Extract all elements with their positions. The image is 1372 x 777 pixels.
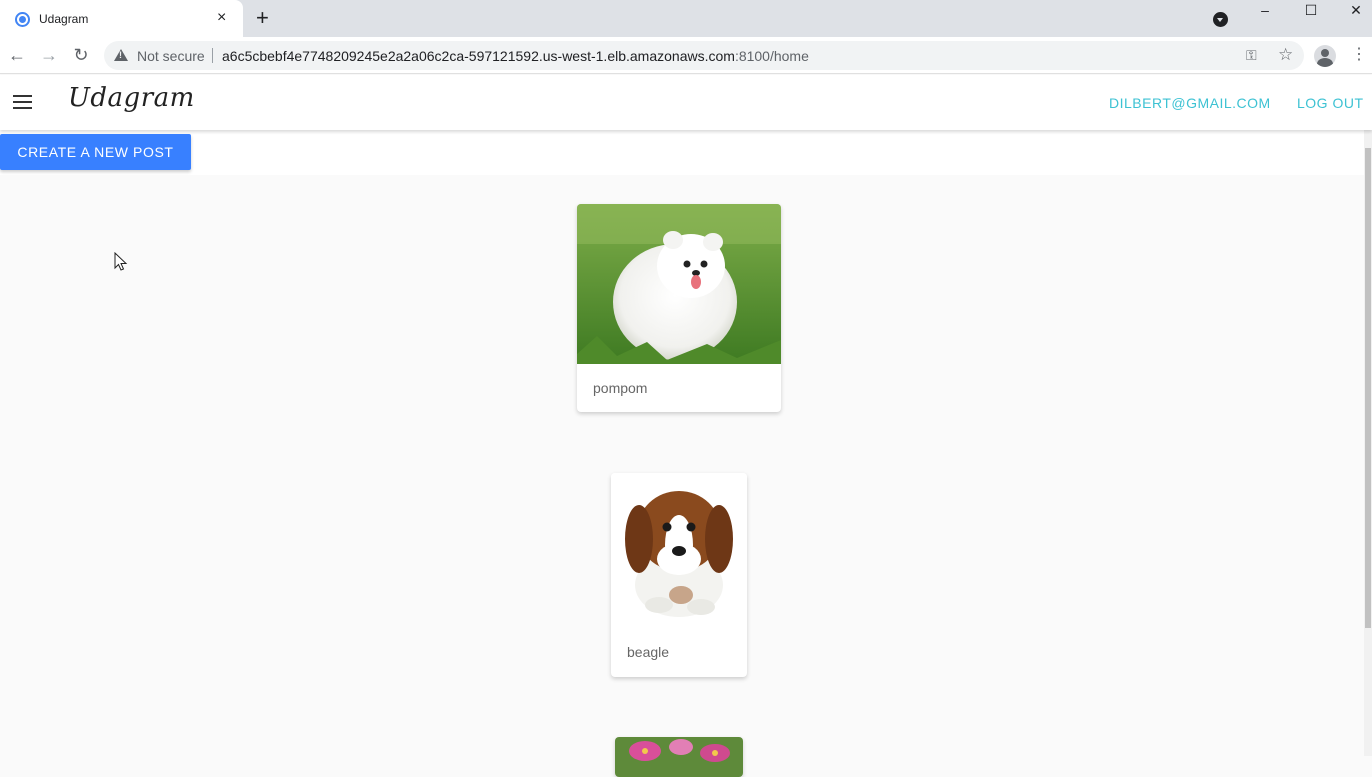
security-label[interactable]: Not secure — [137, 48, 205, 64]
reload-icon[interactable]: ↻ — [69, 44, 93, 66]
tab-search-icon[interactable] — [1213, 12, 1228, 27]
tab-close-icon[interactable]: × — [217, 10, 226, 26]
back-arrow-icon[interactable]: ← — [5, 44, 29, 66]
browser-toolbar: ← → ↻ Not secure a6c5cbebf4e7748209245e2… — [0, 37, 1372, 74]
url-host: a6c5cbebf4e7748209245e2a2a06c2ca-5971215… — [222, 48, 735, 64]
logout-link[interactable]: LOG OUT — [1297, 95, 1364, 111]
scrollbar-thumb[interactable] — [1365, 148, 1371, 628]
url-path: :8100/home — [734, 48, 809, 64]
warning-icon[interactable] — [114, 49, 128, 61]
profile-avatar-icon[interactable] — [1314, 45, 1336, 67]
browser-tab[interactable]: Udagram × — [0, 0, 243, 37]
feed-card[interactable]: beagle — [611, 473, 747, 677]
maximize-button[interactable]: ☐ — [1297, 2, 1325, 22]
page-scrollbar[interactable] — [1364, 130, 1372, 756]
feed-card[interactable] — [615, 737, 743, 777]
forward-arrow-icon[interactable]: → — [37, 44, 61, 66]
minimize-button[interactable]: – — [1251, 2, 1279, 22]
post-image — [611, 473, 747, 623]
favicon-icon — [15, 12, 30, 27]
menu-icon[interactable] — [13, 95, 33, 109]
feed-card[interactable]: pompom — [577, 204, 781, 412]
tab-strip: Udagram × + – ☐ ✕ — [0, 0, 1372, 37]
url-text[interactable]: a6c5cbebf4e7748209245e2a2a06c2ca-5971215… — [222, 48, 809, 64]
address-bar[interactable]: Not secure a6c5cbebf4e7748209245e2a2a06c… — [104, 41, 1304, 70]
divider — [212, 48, 213, 63]
app-header: Udagram DILBERT@GMAIL.COM LOG OUT — [0, 75, 1372, 130]
create-post-button[interactable]: CREATE A NEW POST — [0, 134, 191, 170]
new-tab-button[interactable]: + — [256, 7, 269, 29]
post-caption: beagle — [627, 644, 670, 660]
window-close-button[interactable]: ✕ — [1342, 2, 1370, 22]
key-icon[interactable]: ⚿ — [1246, 47, 1257, 64]
mouse-cursor-icon — [114, 252, 128, 271]
post-image — [615, 737, 743, 777]
post-image — [577, 204, 781, 364]
user-email-link[interactable]: DILBERT@GMAIL.COM — [1109, 95, 1271, 111]
more-menu-icon[interactable]: ⋮ — [1351, 44, 1367, 66]
action-bar — [0, 130, 1364, 175]
post-caption: pompom — [593, 380, 648, 396]
tab-title: Udagram — [39, 12, 89, 26]
brand-logo: Udagram — [68, 83, 195, 113]
bookmark-star-icon[interactable]: ☆ — [1278, 45, 1293, 65]
